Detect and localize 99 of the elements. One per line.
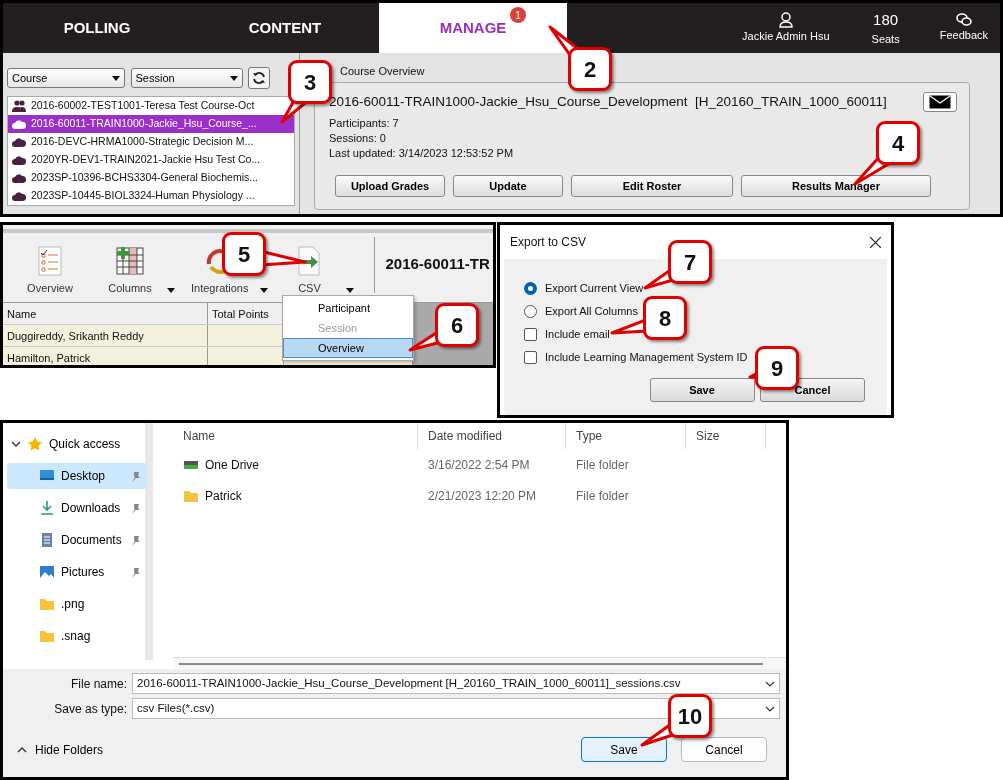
step-callout: 2: [568, 47, 612, 91]
file-row[interactable]: Patrick 2/21/2023 12:20 PM File folder: [173, 480, 786, 511]
course-title: 2016-60011-TRAIN1000-Jackie_Hsu_Course_Development [H_20160_TRAIN_1000_60011]: [329, 92, 887, 111]
date-text: 3/16/2022 2:54 PM: [428, 456, 530, 474]
dialog-button[interactable]: Save: [649, 378, 755, 402]
filter-dropdown[interactable]: Session: [130, 68, 243, 88]
step-callout: 10: [668, 694, 712, 738]
email-button[interactable]: [923, 91, 957, 112]
detail-text: Sessions: 0: [329, 130, 386, 146]
cloud-icon: [12, 137, 26, 147]
envelope-icon: [929, 94, 951, 109]
star-icon: [27, 436, 43, 452]
column-header[interactable]: Date modified: [418, 423, 566, 449]
course-item[interactable]: 2023SP-10445-BIOL3324-Human Physiology ...: [8, 187, 294, 205]
section-label: Course Overview: [340, 64, 425, 79]
dialog-title: Export to CSV: [510, 234, 587, 251]
nav-item[interactable]: Downloads: [7, 495, 147, 521]
option-label: Include Learning Management System ID: [545, 350, 748, 366]
option-label: Include email: [545, 327, 610, 343]
user-menu[interactable]: Jackie Admin Hsu: [730, 3, 848, 53]
action-button[interactable]: Edit Roster: [571, 174, 733, 197]
radio-button[interactable]: [524, 305, 537, 318]
caret-icon: [112, 75, 120, 81]
nav-item[interactable]: Desktop: [7, 463, 147, 489]
step-callout: 4: [876, 121, 920, 165]
file-row[interactable]: One Drive 3/16/2022 2:54 PM File folder: [173, 449, 786, 480]
file-name: Patrick: [205, 487, 242, 505]
refresh-icon: [252, 71, 266, 85]
nav-item[interactable]: Quick access: [3, 433, 143, 455]
toolbar-button[interactable]: Overview: [25, 245, 75, 296]
action-button[interactable]: Update: [453, 174, 563, 197]
column-header[interactable]: Size: [686, 423, 766, 449]
table-cell: Duggireddy, Srikanth Reddy: [3, 325, 208, 346]
step-callout: 3: [288, 60, 332, 104]
document-icon: [39, 532, 55, 548]
filter-dropdown[interactable]: Course: [7, 68, 125, 88]
notification-badge: 1: [510, 7, 526, 23]
cloud-icon: [12, 191, 26, 201]
toolbar-button[interactable]: CSV: [284, 245, 335, 296]
nav-item[interactable]: .png: [7, 591, 147, 617]
nav-tab[interactable]: CONTENT: [191, 3, 379, 53]
course-item[interactable]: 2016-60011-TRAIN1000-Jackie_Hsu_Course_...: [8, 115, 294, 133]
chevron-down-icon: [11, 439, 21, 449]
option-label: Export Current View: [545, 281, 644, 297]
step-callout: 5: [222, 232, 266, 276]
grid-icon: [115, 245, 145, 276]
checklist-icon: [35, 245, 65, 276]
field-label: File name:: [69, 675, 127, 693]
dialog-button[interactable]: Cancel: [681, 737, 767, 762]
feedback-button[interactable]: Feedback: [923, 3, 1000, 53]
column-header[interactable]: Name: [173, 423, 418, 449]
caret-icon: [229, 75, 238, 81]
cloud-icon: [12, 173, 26, 183]
seats-button[interactable]: 180 Seats: [847, 3, 924, 53]
close-button[interactable]: [870, 236, 881, 248]
radio-button[interactable]: [524, 282, 537, 295]
step-callout: 7: [668, 240, 712, 284]
dialog-button[interactable]: Save: [581, 737, 667, 762]
chat-icon: [955, 12, 972, 27]
image-icon: [39, 564, 55, 580]
table-cell: Hamilton, Patrick: [3, 347, 208, 365]
step-callout: 6: [435, 303, 479, 347]
file-name: One Drive: [205, 456, 260, 474]
detail-text: Participants: 7: [329, 115, 399, 131]
column-header[interactable]: Type: [566, 423, 686, 449]
folder-icon: [39, 596, 55, 612]
step-callout: 8: [643, 296, 687, 340]
menu-item[interactable]: Participant: [283, 298, 413, 318]
action-button[interactable]: Upload Grades: [335, 174, 445, 197]
folder-icon: [39, 628, 55, 644]
people-icon: [12, 100, 26, 112]
type-text: File folder: [576, 487, 629, 505]
course-item[interactable]: 2016-DEVC-HRMA1000-Strategic Decision M...: [8, 133, 294, 151]
download-icon: [39, 500, 55, 516]
checkbox[interactable]: [524, 328, 537, 341]
close-icon: [870, 236, 881, 248]
file-name-field[interactable]: 2016-60011-TRAIN1000-Jackie_Hsu_Course_Development [H_20160_TRAIN_1000_60011]_sessions.csv: [132, 673, 780, 694]
action-button[interactable]: Results Manager: [741, 174, 931, 197]
course-item[interactable]: 2023SP-10396-BCHS3304-General Biochemis...: [8, 169, 294, 187]
checkbox[interactable]: [524, 351, 537, 364]
refresh-button[interactable]: [248, 67, 270, 89]
course-title: 2016-60011-TR: [385, 254, 490, 275]
nav-item[interactable]: Pictures: [7, 559, 147, 585]
type-text: File folder: [576, 456, 629, 474]
course-item[interactable]: 2020YR-DEV1-TRAIN2021-Jackie Hsu Test Co...: [8, 151, 294, 169]
toolbar-button[interactable]: Columns: [105, 245, 155, 296]
menu-item[interactable]: Overview: [283, 338, 413, 358]
field-label: Save as type:: [53, 700, 127, 718]
user-icon: [778, 11, 793, 28]
nav-item[interactable]: .snag: [7, 623, 147, 649]
date-text: 2/21/2023 12:20 PM: [428, 487, 537, 505]
cloud-icon: [12, 155, 26, 165]
hide-folders-button[interactable]: Hide Folders: [3, 740, 104, 759]
nav-tab[interactable]: POLLING: [3, 3, 191, 53]
nav-item[interactable]: Documents: [7, 527, 147, 553]
option-label: Export All Columns: [545, 304, 638, 320]
scrollbar-thumb[interactable]: [179, 662, 763, 665]
cloud-icon: [12, 119, 26, 129]
detail-text: Last updated: 3/14/2023 12:53:52 PM: [329, 145, 514, 161]
